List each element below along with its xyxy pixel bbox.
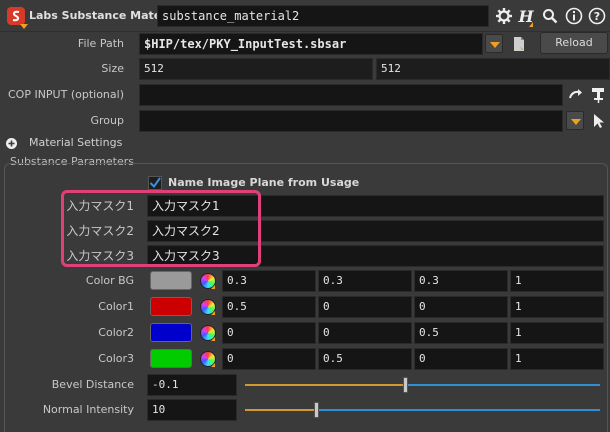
help-h-icon[interactable]: H [516,6,536,26]
color2-channel-2-field[interactable]: 0.5 [414,322,508,344]
color1-swatch[interactable] [150,297,192,316]
info-icon[interactable] [564,6,584,26]
color-wheel-indicator [211,337,215,341]
size-label: Size [101,62,124,75]
color-bg-channel-3-field[interactable]: 1 [510,270,604,292]
color-bg-channel-0-field[interactable]: 0.3 [222,270,316,292]
color1-channel-3-field[interactable]: 1 [510,296,604,318]
color1-channel-0-field[interactable]: 0.5 [222,296,316,318]
reload-button[interactable]: Reload [540,32,608,54]
file-path-label: File Path [77,37,124,50]
gear-icon[interactable] [494,6,514,26]
group-label: Group [90,114,125,127]
color2-channel-0-field[interactable]: 0 [222,322,316,344]
color-wheel-indicator [211,311,215,315]
arrow-pick-icon[interactable] [566,85,586,105]
bevel-distance-slider-right [404,384,600,386]
bevel-distance-slider-left [245,384,405,386]
color3-swatch[interactable] [150,349,192,368]
color3-channel-2-field[interactable]: 0 [414,348,508,370]
cursor-icon[interactable] [590,111,608,131]
group-field[interactable] [139,110,563,132]
size-x-field[interactable]: 512 [139,58,373,80]
node-icon-dropdown[interactable] [20,24,28,29]
bevel-distance-label: Bevel Distance [51,378,134,391]
normal-intensity-field[interactable]: 10 [147,399,237,421]
color-bg-swatch[interactable] [150,271,192,290]
question-icon[interactable]: ? [587,6,607,26]
material-settings-label[interactable]: Material Settings [29,135,122,151]
color2-swatch[interactable] [150,323,192,342]
help-dropdown-indicator [529,22,533,27]
color1-label: Color1 [98,300,134,313]
node-name-field[interactable]: substance_material2 [157,5,489,27]
bevel-distance-slider-handle[interactable] [402,377,408,393]
color3-label: Color3 [98,352,134,365]
file-path-dropdown[interactable] [485,34,503,53]
color1-channel-2-field[interactable]: 0 [414,296,508,318]
normal-intensity-label: Normal Intensity [42,403,134,416]
add-icon[interactable] [4,136,18,150]
color-wheel-indicator [211,363,215,367]
file-browse-icon[interactable] [509,34,529,54]
color3-channel-0-field[interactable]: 0 [222,348,316,370]
color2-channel-3-field[interactable]: 1 [510,322,604,344]
search-icon[interactable] [541,6,559,26]
pick-tool-icon[interactable] [588,84,608,106]
bevel-distance-field[interactable]: -0.1 [147,374,237,396]
substance-node-icon[interactable] [6,6,26,26]
size-y-field[interactable]: 512 [376,58,610,80]
name-image-plane-checkbox[interactable] [148,176,162,190]
normal-intensity-slider-right [316,409,600,411]
color3-channel-3-field[interactable]: 1 [510,348,604,370]
color1-channel-1-field[interactable]: 0 [318,296,412,318]
normal-intensity-slider-left [245,409,316,411]
cop-input-field[interactable] [139,84,563,106]
group-dropdown[interactable] [566,111,584,130]
color-bg-channel-1-field[interactable]: 0.3 [318,270,412,292]
mask-highlight-box [61,190,261,267]
svg-text:?: ? [594,10,600,23]
name-image-plane-label: Name Image Plane from Usage [168,176,360,189]
color-bg-channel-2-field[interactable]: 0.3 [414,270,508,292]
normal-intensity-slider-handle[interactable] [314,402,319,418]
color2-label: Color2 [98,326,134,339]
color3-channel-1-field[interactable]: 0.5 [318,348,412,370]
color2-channel-1-field[interactable]: 0 [318,322,412,344]
color-wheel-indicator [211,285,215,289]
cop-input-label: COP INPUT (optional) [7,88,124,101]
checkbox-check-icon [149,177,161,189]
color-bg-label: Color BG [85,274,134,287]
file-path-field[interactable]: $HIP/tex/PKY_InputTest.sbsar [139,33,483,55]
